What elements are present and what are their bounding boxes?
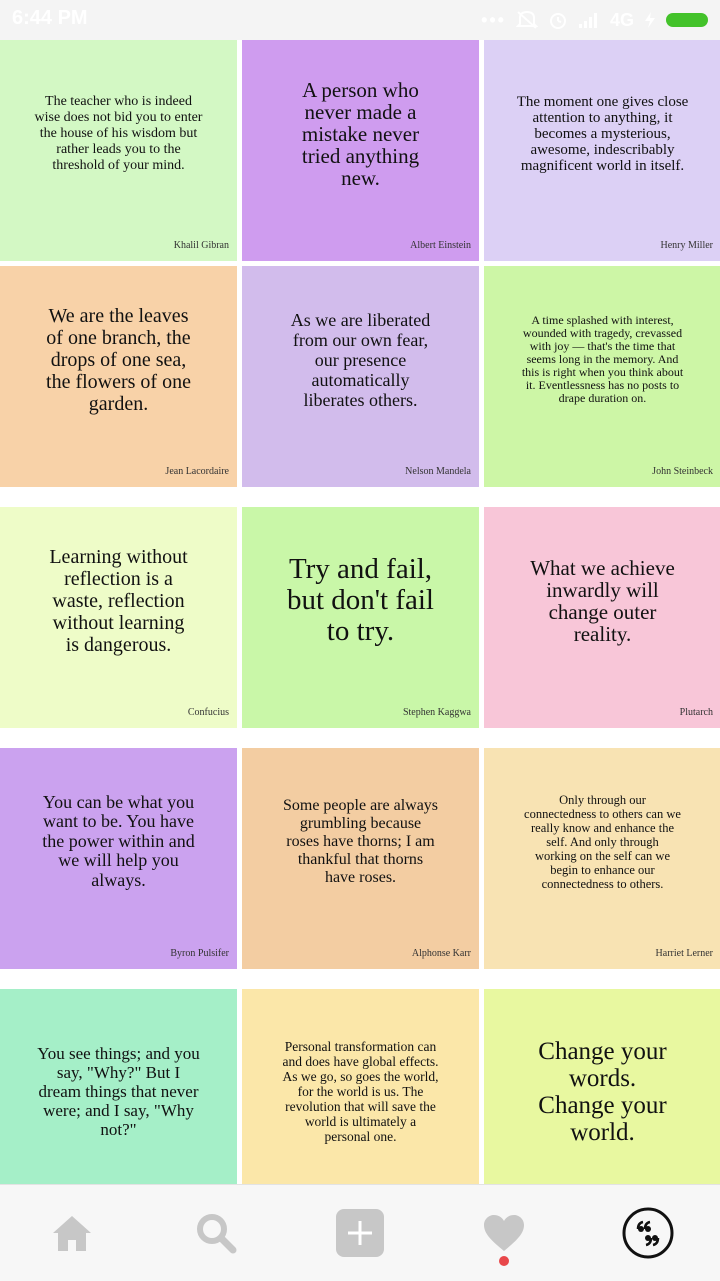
nav-favorites[interactable] [476, 1205, 532, 1261]
quote-card[interactable]: Try and fail, but don't fail to try. Ste… [242, 507, 479, 728]
bottom-nav [0, 1184, 720, 1281]
quote-author: Khalil Gibran [173, 240, 229, 251]
status-icons: ••• 4G [481, 8, 708, 32]
nav-add[interactable] [332, 1205, 388, 1261]
quote-text: The teacher who is indeed wise does not … [34, 93, 203, 173]
quote-card[interactable]: The teacher who is indeed wise does not … [0, 40, 237, 261]
alarm-icon [549, 13, 566, 29]
quote-text: We are the leaves of one branch, the dro… [46, 304, 191, 415]
more-dots-icon: ••• [481, 9, 506, 30]
search-icon [197, 1214, 237, 1254]
nav-home[interactable] [44, 1205, 100, 1261]
quote-author: Harriet Lerner [655, 948, 713, 959]
quote-icon [622, 1207, 674, 1259]
quote-card[interactable]: We are the leaves of one branch, the dro… [0, 266, 237, 487]
quote-card[interactable]: Personal transformation can and does hav… [484, 989, 720, 1184]
quote-card[interactable]: A time splashed with interest, wounded w… [484, 266, 720, 487]
quote-card[interactable]: Only through our connectedness to others… [484, 748, 720, 969]
quote-text: Try and fail, but don't fail to try. [287, 553, 434, 647]
signal-icon [578, 13, 597, 28]
quote-author: John Steinbeck [652, 466, 713, 477]
quote-text: A person who never made a mistake never … [301, 77, 420, 190]
quote-author: Albert Einstein [410, 240, 471, 251]
network-type: 4G [609, 9, 634, 30]
quote-text: Some people are always grumbling because… [282, 796, 439, 886]
quote-card[interactable]: The moment one gives close attention to … [484, 40, 720, 261]
quote-text: Personal transformation can and does hav… [282, 1039, 439, 1144]
quote-author: Alphonse Karr [411, 948, 471, 959]
quote-author: Plutarch [679, 707, 713, 718]
quote-text: A time splashed with interest, wounded w… [521, 313, 684, 405]
quote-card[interactable]: As we are liberated from our own fear, o… [242, 266, 479, 487]
quote-text: You see things; and you say, "Why?" But … [37, 1044, 200, 1139]
nav-quotes[interactable] [620, 1205, 676, 1261]
status-bar: 6:44 PM ••• 4G [0, 0, 720, 40]
quote-author: Stephen Kaggwa [402, 707, 471, 718]
quote-card[interactable]: You can be what you want to be. You have… [0, 748, 237, 969]
mute-icon [515, 10, 538, 29]
battery-icon [666, 13, 708, 27]
home-icon [53, 1216, 91, 1251]
quote-text: The moment one gives close attention to … [516, 93, 689, 174]
quote-author: Nelson Mandela [405, 466, 471, 477]
quote-text: Only through our connectedness to others… [524, 792, 681, 891]
quote-grid: The teacher who is indeed wise does not … [0, 40, 720, 1184]
quote-text: Change your words. Change your world. [538, 1037, 667, 1146]
heart-icon [484, 1215, 524, 1251]
quote-card[interactable]: What we achieve inwardly will change out… [484, 507, 720, 728]
nav-search[interactable] [188, 1205, 244, 1261]
charging-icon [645, 12, 655, 28]
quote-text: You can be what you want to be. You have… [42, 791, 195, 890]
quote-card[interactable]: Learning without reflection is a waste, … [0, 507, 237, 728]
quote-author: Henry Miller [660, 240, 714, 251]
quote-author: Jean Lacordaire [165, 466, 229, 477]
quote-text: As we are liberated from our own fear, o… [290, 309, 431, 410]
quote-author: Byron Pulsifer [170, 948, 229, 959]
quote-text: What we achieve inwardly will change out… [530, 555, 675, 646]
quote-text: Learning without reflection is a waste, … [49, 545, 188, 656]
quote-card[interactable]: Personal transformation can and does hav… [242, 989, 479, 1184]
quote-card[interactable]: You see things; and you say, "Why?" But … [0, 989, 237, 1184]
quote-card[interactable]: A person who never made a mistake never … [242, 40, 479, 261]
status-time: 6:44 PM [12, 7, 88, 29]
notification-dot [499, 1256, 509, 1266]
quote-card[interactable]: Some people are always grumbling because… [242, 748, 479, 969]
quote-author: Confucius [187, 707, 229, 718]
add-icon [336, 1209, 384, 1257]
